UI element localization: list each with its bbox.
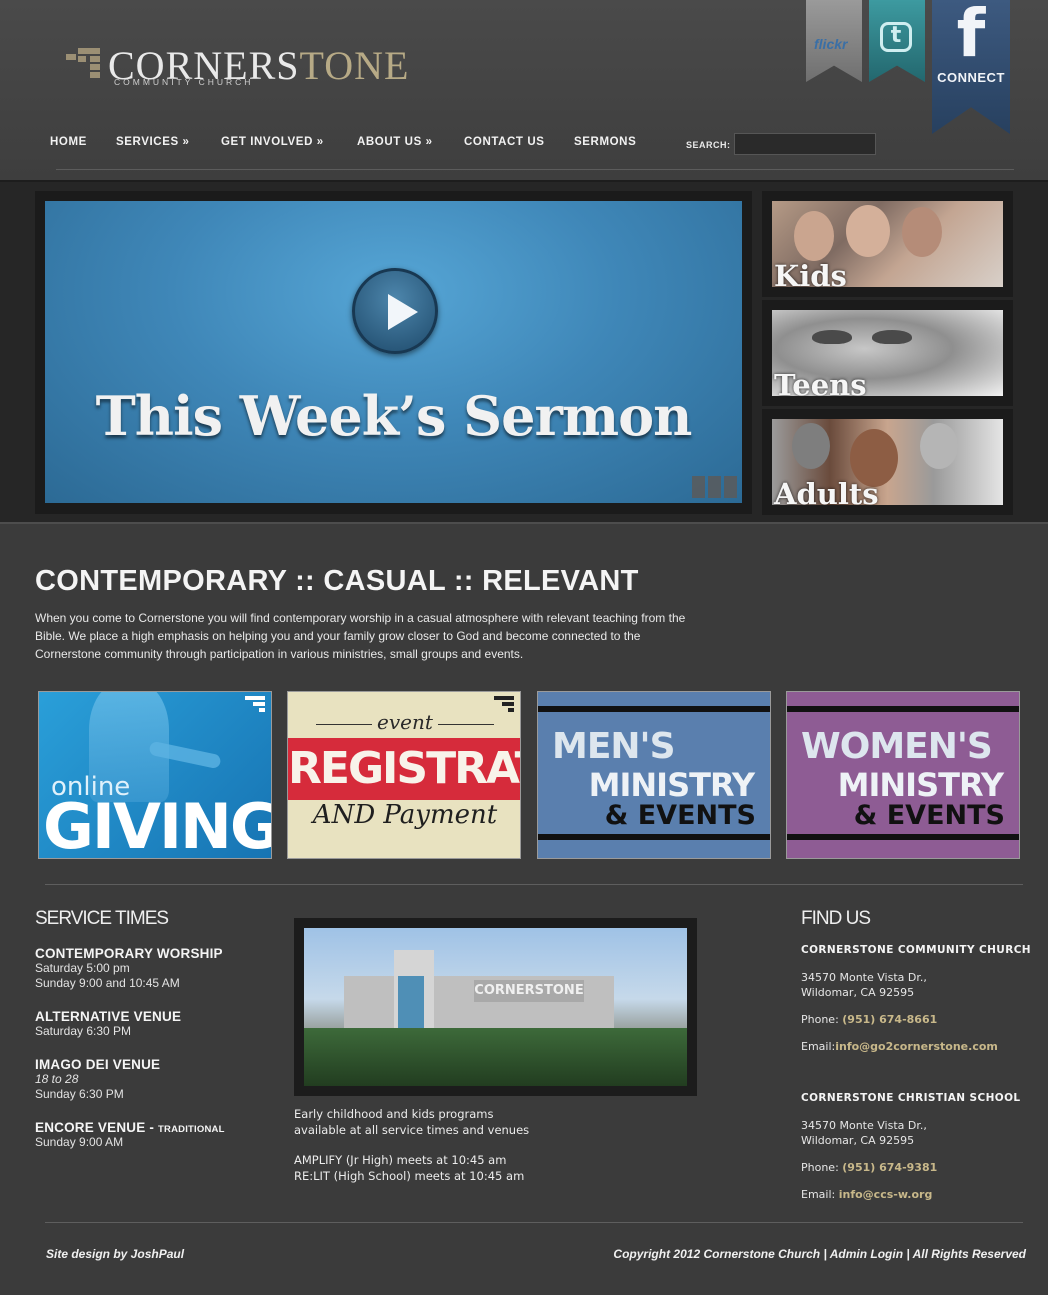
church-sign: CORNERSTONE <box>474 980 584 1002</box>
church-address-line: 34570 Monte Vista Dr., <box>801 971 927 984</box>
facebook-icon[interactable]: f <box>952 1 990 67</box>
hero-title: This Week’s Sermon <box>95 384 693 448</box>
online-giving-tile[interactable]: online GIVING <box>38 691 272 859</box>
logo-mark-icon <box>66 48 102 82</box>
service-item: CONTEMPORARY WORSHIP Saturday 5:00 pm Su… <box>35 946 295 991</box>
kids-label: Kids <box>774 259 847 287</box>
kids-photo <box>902 207 942 257</box>
mens-ministry-tile[interactable]: MEN'S MINISTRY & EVENTS <box>537 691 771 859</box>
logo-subtitle: COMMUNITY CHURCH <box>114 77 254 87</box>
nav-services[interactable]: SERVICES » <box>116 136 190 148</box>
teens-card[interactable]: Teens <box>772 310 1003 396</box>
registration-tile[interactable]: event REGISTRATION AND Payment <box>287 691 521 859</box>
service-time: Sunday 6:30 PM <box>35 1087 124 1101</box>
adults-label: Adults <box>774 477 879 505</box>
nav-home[interactable]: HOME <box>50 136 87 148</box>
facebook-connect-label[interactable]: CONNECT <box>934 70 1008 85</box>
school-name: CORNERSTONE CHRISTIAN SCHOOL <box>801 1092 1021 1104</box>
copyright: Copyright 2012 Cornerstone Church | Admi… <box>613 1247 1026 1261</box>
header-divider <box>56 169 1014 170</box>
search-label: SEARCH: <box>686 140 731 150</box>
nav-about-us[interactable]: ABOUT US » <box>357 136 433 148</box>
church-contact: CORNERSTONE COMMUNITY CHURCH 34570 Monte… <box>801 944 1041 1054</box>
site-logo[interactable]: CORNERSTONE COMMUNITY CHURCH <box>64 42 408 94</box>
cornerstone-mark-icon <box>245 696 265 716</box>
nav-get-involved[interactable]: GET INVOLVED » <box>221 136 324 148</box>
registration-event-text: event <box>377 710 433 734</box>
registration-band-text: REGISTRATION <box>288 738 520 800</box>
church-name: CORNERSTONE COMMUNITY CHURCH <box>801 944 1031 956</box>
intro-heading: CONTEMPORARY :: CASUAL :: RELEVANT <box>35 565 639 597</box>
mens-title: MEN'S <box>552 726 675 767</box>
church-email-link[interactable]: info@go2cornerstone.com <box>835 1040 998 1053</box>
service-time: Saturday 5:00 pm <box>35 961 130 975</box>
service-time: Sunday 9:00 and 10:45 AM <box>35 976 180 990</box>
intro-paragraph: When you come to Cornerstone you will fi… <box>35 611 686 661</box>
trees-shape <box>304 1028 687 1086</box>
service-item: IMAGO DEI VENUE 18 to 28 Sunday 6:30 PM <box>35 1057 295 1102</box>
school-contact: CORNERSTONE CHRISTIAN SCHOOL 34570 Monte… <box>801 1092 1041 1202</box>
service-name: ALTERNATIVE VENUE <box>35 1009 182 1024</box>
registration-payment-text: AND Payment <box>312 800 498 830</box>
adults-photo <box>920 423 958 469</box>
church-phone-link[interactable]: (951) 674-8661 <box>842 1013 937 1026</box>
nav-contact-us[interactable]: CONTACT US <box>464 136 545 148</box>
flickr-icon[interactable]: flickr <box>814 36 847 52</box>
school-address-line: 34570 Monte Vista Dr., <box>801 1119 927 1132</box>
kids-photo <box>794 211 834 261</box>
youth-programs-text: AMPLIFY (Jr High) meets at 10:45 am RE:L… <box>294 1153 525 1183</box>
slider-dot[interactable] <box>724 476 737 498</box>
site-credit[interactable]: Site design by JoshPaul <box>46 1247 184 1261</box>
church-email: Email:info@go2cornerstone.com <box>801 1040 998 1053</box>
school-email: Email: info@ccs-w.org <box>801 1188 933 1201</box>
building-shape <box>398 976 424 1036</box>
womens-title: WOMEN'S <box>801 726 993 767</box>
school-address-line: Wildomar, CA 92595 <box>801 1134 915 1147</box>
divider <box>438 724 494 725</box>
church-phone: Phone: (951) 674-8661 <box>801 1013 938 1026</box>
service-time: Saturday 6:30 PM <box>35 1024 132 1038</box>
service-name: CONTEMPORARY WORSHIP <box>35 946 223 961</box>
womens-ministry-text: MINISTRY <box>837 766 1004 804</box>
service-item: ALTERNATIVE VENUE Saturday 6:30 PM <box>35 1009 295 1039</box>
service-times-heading: SERVICE TIMES <box>35 908 169 929</box>
kids-photo <box>846 205 890 257</box>
slider-dot[interactable] <box>692 476 705 498</box>
womens-events-text: & EVENTS <box>853 800 1005 831</box>
school-email-link[interactable]: info@ccs-w.org <box>839 1188 933 1201</box>
service-name: IMAGO DEI VENUE <box>35 1057 161 1072</box>
teens-photo <box>872 330 912 344</box>
teens-label: Teens <box>774 368 867 396</box>
kids-programs-text: Early childhood and kids programs availa… <box>294 1107 530 1137</box>
twitter-icon[interactable]: t <box>880 22 912 52</box>
adults-card[interactable]: Adults <box>772 419 1003 505</box>
womens-ministry-tile[interactable]: WOMEN'S MINISTRY & EVENTS <box>786 691 1020 859</box>
service-name: ENCORE VENUE - TRADITIONAL <box>35 1120 225 1135</box>
adults-photo <box>792 423 830 469</box>
section-divider <box>45 884 1023 885</box>
school-phone-link[interactable]: (951) 674-9381 <box>842 1161 937 1174</box>
kids-card[interactable]: Kids <box>772 201 1003 287</box>
search-input[interactable] <box>734 133 876 155</box>
mens-ministry-text: MINISTRY <box>588 766 755 804</box>
find-us-heading: FIND US <box>801 908 871 929</box>
service-age-range: 18 to 28 <box>35 1072 79 1086</box>
admin-login-link[interactable]: Admin Login <box>830 1247 903 1261</box>
footer-divider <box>45 1222 1023 1223</box>
mens-events-text: & EVENTS <box>604 800 756 831</box>
school-phone: Phone: (951) 674-9381 <box>801 1161 938 1174</box>
play-icon[interactable] <box>352 268 438 354</box>
service-time: Sunday 9:00 AM <box>35 1135 124 1149</box>
church-address-line: Wildomar, CA 92595 <box>801 986 915 999</box>
slider-dot[interactable] <box>708 476 721 498</box>
nav-sermons[interactable]: SERMONS <box>574 136 636 148</box>
service-item: ENCORE VENUE - TRADITIONAL Sunday 9:00 A… <box>35 1120 295 1150</box>
giving-big-text: GIVING <box>43 790 272 859</box>
teens-photo <box>812 330 852 344</box>
church-photo: CORNERSTONE <box>304 928 687 1086</box>
